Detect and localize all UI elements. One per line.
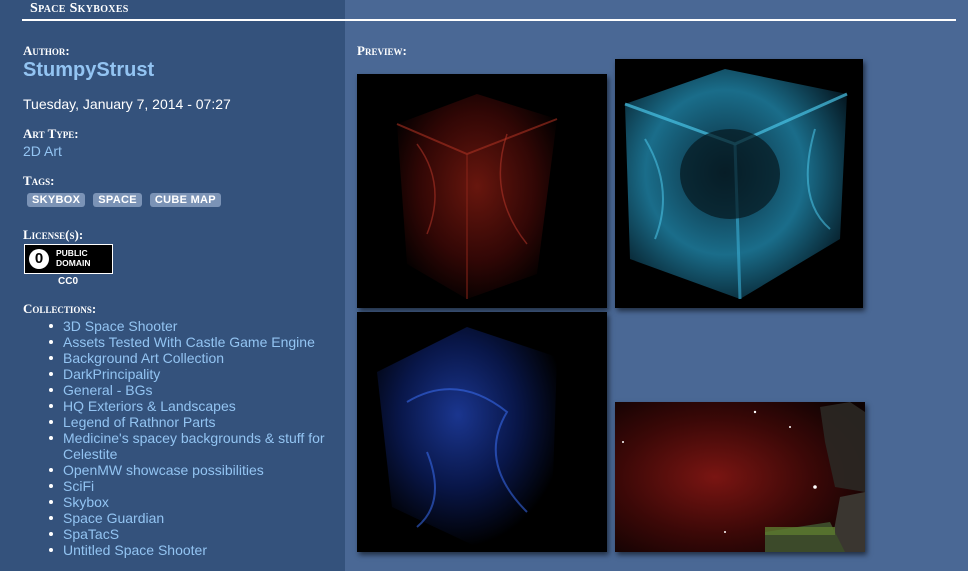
preview-blue-cube-image[interactable] xyxy=(357,312,607,552)
tag-skybox[interactable]: SKYBOX xyxy=(27,193,86,207)
collection-item[interactable]: 3D Space Shooter xyxy=(46,318,336,334)
badge-line-public: PUBLIC xyxy=(56,248,88,258)
license-name: CC0 xyxy=(58,276,79,287)
title-divider xyxy=(22,19,956,21)
preview-red-cube-image[interactable] xyxy=(357,74,607,308)
collection-item[interactable]: HQ Exteriors & Landscapes xyxy=(46,398,336,414)
cc0-license-badge[interactable]: 0 PUBLIC DOMAIN xyxy=(24,244,113,274)
preview-label: Preview: xyxy=(357,43,407,58)
badge-text: PUBLIC DOMAIN xyxy=(56,248,90,268)
collection-item[interactable]: OpenMW showcase possibilities xyxy=(46,462,336,478)
author-link[interactable]: StumpyStrust xyxy=(23,59,154,82)
author-label: Author: xyxy=(23,43,70,58)
collection-item[interactable]: Legend of Rathnor Parts xyxy=(46,414,336,430)
collection-item[interactable]: Medicine's spacey backgrounds & stuff fo… xyxy=(46,430,336,462)
license-label: License(s): xyxy=(23,227,84,242)
preview-cyan-cube-image[interactable] xyxy=(615,59,863,308)
collection-item[interactable]: DarkPrincipality xyxy=(46,366,336,382)
tag-cube-map[interactable]: CUBE MAP xyxy=(149,193,221,207)
collections-label: Collections: xyxy=(23,301,97,316)
preview-red-nebula-scene-image[interactable] xyxy=(615,402,865,552)
collections-list: 3D Space Shooter Assets Tested With Cast… xyxy=(46,318,336,558)
collection-item[interactable]: SciFi xyxy=(46,478,336,494)
collection-item[interactable]: Assets Tested With Castle Game Engine xyxy=(46,334,336,350)
collection-item[interactable]: SpaTacS xyxy=(46,526,336,542)
tags-label: Tags: xyxy=(23,173,55,188)
collection-item[interactable]: Background Art Collection xyxy=(46,350,336,366)
collection-item[interactable]: Untitled Space Shooter xyxy=(46,542,336,558)
collection-item[interactable]: General - BGs xyxy=(46,382,336,398)
collection-item[interactable]: Skybox xyxy=(46,494,336,510)
tag-space[interactable]: SPACE xyxy=(93,193,142,207)
public-domain-icon: 0 xyxy=(29,249,49,269)
page-title: Space Skyboxes xyxy=(30,1,129,16)
collection-item[interactable]: Space Guardian xyxy=(46,510,336,526)
art-type-label: Art Type: xyxy=(23,126,79,141)
post-date: Tuesday, January 7, 2014 - 07:27 xyxy=(23,96,231,112)
art-type-link[interactable]: 2D Art xyxy=(23,143,62,159)
badge-line-domain: DOMAIN xyxy=(56,258,91,268)
tag-list: SKYBOX SPACE CUBE MAP xyxy=(27,193,221,207)
